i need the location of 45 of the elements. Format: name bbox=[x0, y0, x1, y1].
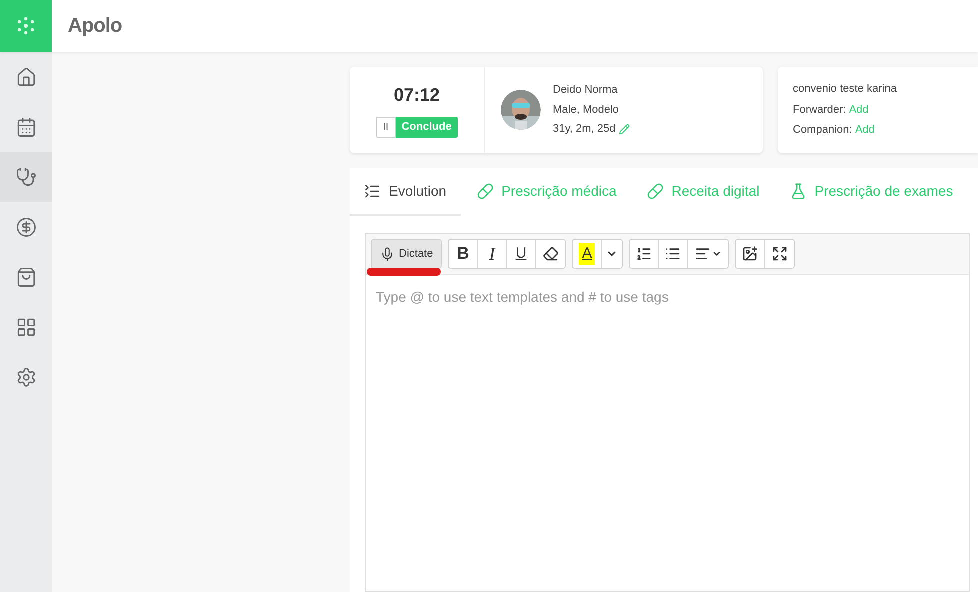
italic-button[interactable]: I bbox=[478, 240, 508, 268]
image-button[interactable] bbox=[736, 240, 766, 268]
sidebar-item[interactable] bbox=[0, 152, 52, 202]
align-button[interactable] bbox=[688, 240, 728, 268]
eraser-icon bbox=[542, 246, 559, 262]
timer-display: 07:12 bbox=[394, 84, 440, 107]
settings-icon bbox=[16, 366, 36, 388]
grid-icon bbox=[16, 316, 36, 338]
eraser-button[interactable] bbox=[536, 240, 566, 268]
pill-icon bbox=[646, 182, 664, 200]
app-title: Apolo bbox=[68, 14, 122, 39]
field-label: Companion: bbox=[793, 123, 852, 138]
field-label: Forwarder: bbox=[793, 102, 846, 118]
patient-age: 31y, 2m, 25d bbox=[553, 122, 616, 138]
ordered-list-icon bbox=[636, 246, 652, 262]
dollar-icon bbox=[16, 216, 36, 238]
patient-name: Deido Norma bbox=[553, 83, 619, 98]
bullet-list-icon bbox=[665, 246, 682, 262]
expand-icon bbox=[772, 246, 788, 262]
patient-details: Male, Modelo bbox=[553, 102, 620, 118]
text-editor[interactable]: Dictate B I U A Type @ to use text templates and # to use tags bbox=[365, 233, 970, 592]
ordered-list-button[interactable] bbox=[630, 240, 660, 268]
bullet-list-button[interactable] bbox=[659, 240, 688, 268]
color-dropdown-button[interactable] bbox=[602, 240, 622, 268]
flask-icon bbox=[790, 182, 807, 200]
text-color-button[interactable]: A bbox=[573, 240, 602, 268]
bag-icon bbox=[16, 266, 36, 288]
calendar-icon bbox=[16, 116, 36, 138]
insurance-plan: convenio teste karina bbox=[793, 82, 898, 98]
caret-icon bbox=[712, 249, 722, 259]
tab[interactable]: Evolution bbox=[350, 168, 461, 216]
microphone-icon bbox=[380, 246, 395, 262]
list-icon bbox=[364, 182, 381, 200]
dictate-button[interactable]: Dictate bbox=[372, 240, 442, 268]
pause-button[interactable]: II bbox=[376, 117, 396, 138]
home-icon bbox=[16, 66, 36, 88]
underline-button[interactable]: U bbox=[507, 240, 536, 268]
fullscreen-button[interactable] bbox=[765, 240, 794, 268]
pill-icon bbox=[476, 182, 494, 200]
stethoscope-icon bbox=[16, 166, 36, 188]
image-icon bbox=[742, 246, 758, 262]
bold-button[interactable]: B bbox=[449, 240, 478, 268]
align-icon bbox=[694, 246, 711, 262]
logo-icon bbox=[16, 16, 36, 36]
logo-tile[interactable] bbox=[0, 0, 52, 52]
